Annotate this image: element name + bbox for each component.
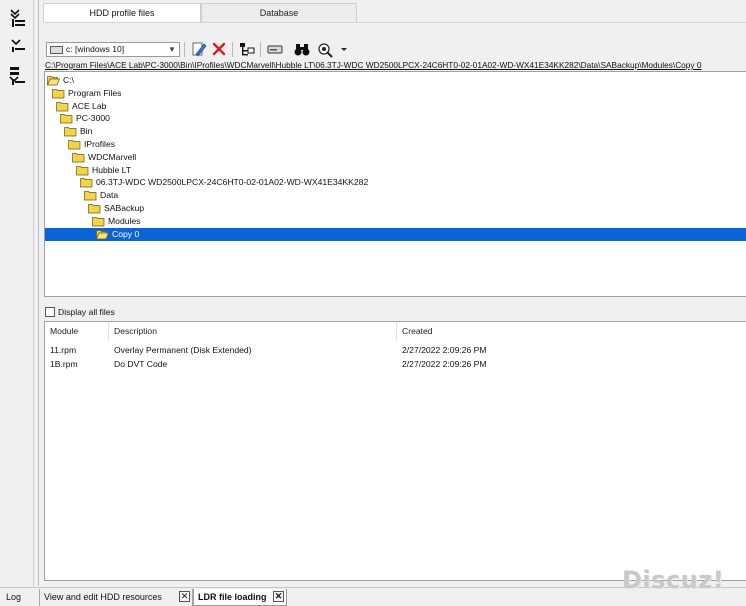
find-button[interactable] [293, 41, 311, 58]
tree-node-label: Modules [108, 215, 141, 226]
tools-dropdown[interactable] [335, 41, 347, 58]
left-toolbar [0, 0, 34, 588]
checkbox-icon[interactable] [45, 307, 55, 317]
tree-node-label: Copy 0 [112, 228, 140, 239]
tab-ldr-file-loading[interactable]: LDR file loading ✕ [193, 589, 287, 606]
module-cell: 1B.rpm [50, 358, 78, 369]
tab-divider [43, 22, 746, 23]
main-panel: HDD profile files Database c: [windows 1… [38, 0, 746, 586]
close-icon[interactable]: ✕ [179, 591, 190, 602]
file-list[interactable]: Module Description Created 11.rpm Overlay… [44, 321, 746, 581]
tree-node-label: IProfiles [84, 139, 116, 149]
folder-icon [88, 203, 101, 214]
chevron-down-icon[interactable]: ▼ [166, 44, 178, 55]
column-header-module[interactable]: Module [45, 322, 109, 341]
folder-icon [72, 152, 85, 163]
path-bar: C:\Program Files\ACE Lab\PC-3000\Bin\IPr… [45, 60, 702, 70]
folder-icon [84, 190, 97, 201]
folder-icon [46, 75, 61, 86]
tree-button[interactable] [238, 41, 256, 58]
delete-button[interactable] [210, 41, 228, 58]
tree-node[interactable]: Modules [92, 215, 140, 228]
tree-node[interactable]: ACE Lab [56, 100, 106, 113]
tree-node-label: Hubble LT [92, 164, 132, 175]
tree-node-label: Bin [80, 126, 93, 137]
toolbar-separator [232, 42, 233, 57]
tools-icon [318, 43, 333, 58]
folder-icon [56, 101, 69, 112]
tab-view-edit-hdd-resources[interactable]: View and edit HDD resources ✕ [40, 589, 193, 606]
tree-node[interactable]: Bin [64, 125, 92, 138]
drive-icon [50, 46, 63, 54]
tree-node[interactable]: WDCMarvell [72, 151, 136, 164]
expand-all-icon[interactable] [9, 8, 27, 28]
tab-view-edit-label: View and edit HDD resources [44, 592, 162, 602]
edit-icon [192, 42, 207, 57]
tree-icon [240, 43, 255, 56]
tree-node[interactable]: C:\ [46, 74, 74, 87]
tree-levels-icon[interactable] [9, 66, 27, 86]
tree-node-label: 06.3TJ-WDC WD2500LPCX-24C6HT0-02-01A02-W… [96, 177, 369, 188]
display-all-files-checkbox[interactable]: Display all files [45, 306, 115, 319]
created-cell: 2/27/2022 2:09:26 PM [402, 358, 487, 369]
tab-ldr-label: LDR file loading [198, 592, 267, 602]
edit-button[interactable] [190, 41, 208, 58]
tab-hdd-profile-files[interactable]: HDD profile files [43, 3, 201, 22]
tab-database[interactable]: Database [201, 3, 357, 22]
collapse-icon[interactable] [9, 38, 27, 58]
folder-icon [52, 88, 65, 99]
folder-open-icon [95, 229, 110, 240]
binoculars-icon [294, 44, 310, 56]
tree-node-label: PC-3000 [76, 113, 110, 124]
toolbar-separator [260, 42, 261, 57]
drive-select[interactable]: c: [windows 10] ▼ [46, 42, 180, 57]
delete-icon [212, 42, 226, 56]
tree-node[interactable]: Copy 0 [45, 227, 746, 241]
folder-icon [68, 139, 81, 150]
tree-node-label: ACE Lab [72, 100, 107, 111]
tree-node[interactable]: SABackup [88, 202, 144, 215]
module-cell: 11.rpm [50, 345, 77, 355]
tree-node[interactable]: Program Files [52, 87, 121, 100]
tree-node[interactable]: Data [84, 189, 118, 202]
tree-node-label: C:\ [63, 75, 74, 85]
folder-icon [92, 216, 105, 227]
toolbar-separator [184, 42, 185, 57]
folder-icon [64, 126, 77, 137]
close-icon[interactable]: ✕ [273, 591, 284, 602]
tree-node[interactable]: Hubble LT [76, 164, 131, 177]
display-all-files-label: Display all files [58, 307, 115, 317]
tab-log[interactable]: Log [2, 589, 40, 606]
dropdown-arrow-icon [341, 48, 347, 51]
folder-icon [76, 165, 89, 176]
column-header-description[interactable]: Description [109, 322, 397, 341]
tree-node-label: SABackup [104, 203, 145, 213]
tree-node[interactable]: IProfiles [68, 138, 115, 151]
tree-node[interactable]: 06.3TJ-WDC WD2500LPCX-24C6HT0-02-01A02-W… [80, 176, 368, 189]
tree-node-label: WDCMarvell [88, 151, 137, 162]
folder-icon [60, 113, 73, 124]
disk-icon [267, 45, 283, 54]
description-cell: Overlay Permanent (Disk Extended) [114, 345, 252, 355]
description-cell: Do DVT Code [114, 358, 168, 369]
folder-tree[interactable]: C:\ Program Files ACE Lab PC-3000 Bin IProfil… [44, 71, 746, 297]
tools-button[interactable] [316, 41, 334, 58]
tree-node[interactable]: PC-3000 [60, 112, 110, 125]
drive-select-value: c: [windows 10] [66, 44, 125, 54]
tree-node-label: Data [100, 190, 119, 201]
created-cell: 2/27/2022 2:09:26 PM [402, 345, 487, 355]
tab-log-label: Log [6, 592, 22, 602]
tree-node-label: Program Files [68, 87, 122, 98]
watermark: Discuz! [622, 566, 725, 594]
folder-icon [80, 177, 93, 188]
column-header-created[interactable]: Created [397, 322, 746, 341]
disk-button[interactable] [266, 41, 284, 58]
